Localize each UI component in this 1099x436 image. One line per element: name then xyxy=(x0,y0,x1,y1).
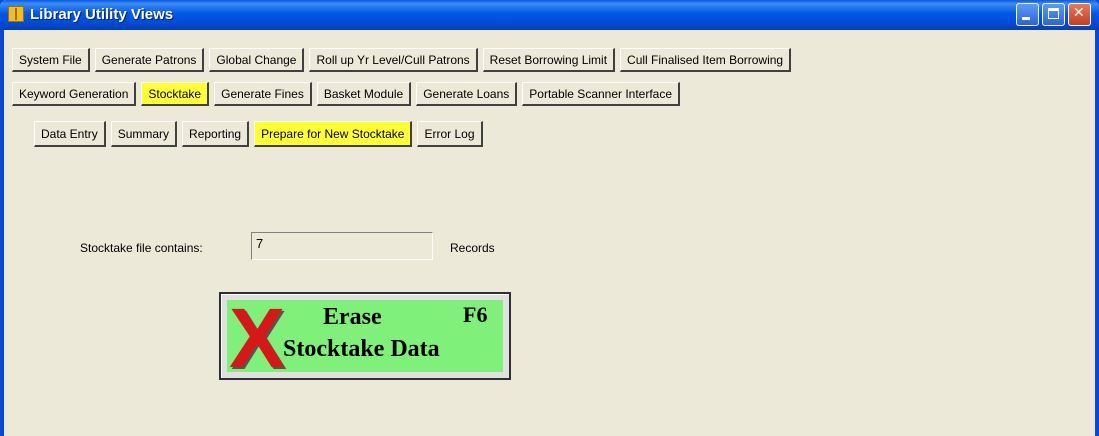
red-x-icon: X xyxy=(229,291,286,385)
subtab-data-entry[interactable]: Data Entry xyxy=(34,121,106,147)
tab-stocktake[interactable]: Stocktake xyxy=(141,82,210,106)
subtab-prepare-new-stocktake[interactable]: Prepare for New Stocktake xyxy=(254,121,413,147)
erase-stocktake-button[interactable]: X Erase F6 Stocktake Data xyxy=(219,292,511,380)
subtab-reporting[interactable]: Reporting xyxy=(182,121,250,147)
tab-generate-loans[interactable]: Generate Loans xyxy=(416,82,518,106)
tab-row-1: System File Generate Patrons Global Chan… xyxy=(12,48,796,72)
app-window: Library Utility Views System File Genera… xyxy=(0,0,1099,436)
tab-reset-borrowing-limit[interactable]: Reset Borrowing Limit xyxy=(482,48,616,72)
erase-button-shortcut: F6 xyxy=(463,302,488,327)
erase-button-line1: Erase xyxy=(323,304,382,330)
tab-basket-module[interactable]: Basket Module xyxy=(316,82,412,106)
tab-global-change[interactable]: Global Change xyxy=(209,48,305,72)
tab-cull-finalised-item-borrowing[interactable]: Cull Finalised Item Borrowing xyxy=(620,48,792,72)
tab-row-2: Keyword Generation Stocktake Generate Fi… xyxy=(12,82,685,106)
book-icon xyxy=(8,6,24,22)
tab-roll-up-yr-level[interactable]: Roll up Yr Level/Cull Patrons xyxy=(309,48,478,72)
close-button[interactable] xyxy=(1068,3,1091,26)
tab-keyword-generation[interactable]: Keyword Generation xyxy=(12,82,137,106)
title-bar: Library Utility Views xyxy=(0,0,1099,30)
subtab-error-log[interactable]: Error Log xyxy=(417,121,483,147)
stocktake-count-field: 7 xyxy=(251,232,433,260)
window-title: Library Utility Views xyxy=(30,6,174,23)
tab-system-file[interactable]: System File xyxy=(12,48,90,72)
records-label: Records xyxy=(450,241,495,255)
tab-generate-patrons[interactable]: Generate Patrons xyxy=(94,48,205,72)
subtab-row: Data Entry Summary Reporting Prepare for… xyxy=(34,121,488,147)
erase-button-face: X Erase F6 Stocktake Data xyxy=(227,296,503,380)
subtab-summary[interactable]: Summary xyxy=(110,121,178,147)
stocktake-count-label: Stocktake file contains: xyxy=(80,241,203,255)
minimize-button[interactable] xyxy=(1016,3,1039,26)
erase-button-line2: Stocktake Data xyxy=(283,336,440,362)
maximize-button[interactable] xyxy=(1042,3,1065,26)
tab-portable-scanner-interface[interactable]: Portable Scanner Interface xyxy=(522,82,681,106)
tab-generate-fines[interactable]: Generate Fines xyxy=(214,82,312,106)
